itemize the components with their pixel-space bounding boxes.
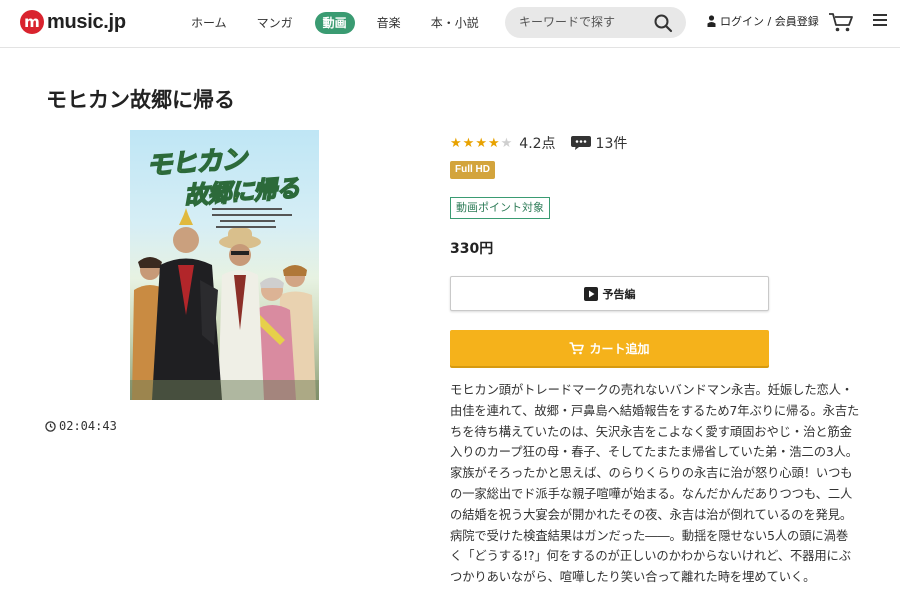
hamburger-menu-icon[interactable] — [873, 13, 887, 27]
user-icon — [707, 15, 716, 27]
star-icon: ★ — [475, 135, 488, 151]
trailer-button[interactable]: 予告編 — [450, 276, 769, 311]
star-rating: ★★★★★ — [450, 136, 513, 151]
star-icon: ★ — [450, 135, 463, 151]
cart-icon — [569, 341, 585, 354]
nav-item-manga[interactable]: マンガ — [249, 12, 301, 34]
nav-item-books[interactable]: 本・小説 — [423, 12, 487, 34]
star-icon: ★ — [487, 135, 501, 151]
site-header: m music.jp ホーム マンガ 動画 音楽 本・小説 ログイン / 会員登… — [0, 0, 900, 48]
login-link[interactable]: ログイン / 会員登録 — [707, 13, 819, 29]
cart-icon[interactable] — [828, 11, 854, 33]
star-icon: ★ — [500, 135, 514, 151]
nav-item-home[interactable]: ホーム — [183, 12, 235, 34]
comment-bubble-icon[interactable] — [570, 135, 592, 151]
search-box — [505, 7, 686, 38]
logo-mark: m — [20, 10, 44, 34]
nav-item-music[interactable]: 音楽 — [369, 12, 409, 34]
rating-row: ★★★★★ 4.2点 13件 — [450, 133, 627, 153]
cart-label: カート追加 — [589, 341, 650, 356]
page-title: モヒカン故郷に帰る — [46, 88, 235, 112]
poster-cast-illustration — [130, 208, 319, 400]
rating-score: 4.2点 — [519, 136, 556, 152]
add-to-cart-button[interactable]: カート追加 — [450, 330, 769, 366]
price: 330円 — [450, 241, 494, 257]
poster-image[interactable]: モヒカン 故郷に帰る — [130, 130, 319, 400]
star-icon: ★ — [462, 135, 476, 151]
play-icon — [583, 286, 598, 301]
login-label: ログイン / 会員登録 — [720, 15, 819, 28]
duration: 02:04:43 — [45, 419, 117, 433]
clock-icon — [45, 420, 56, 432]
nav-item-video[interactable]: 動画 — [314, 12, 355, 34]
logo-text: music.jp — [47, 10, 126, 33]
search-input[interactable] — [519, 12, 649, 32]
main-nav: ホーム マンガ 動画 音楽 本・小説 — [183, 12, 501, 34]
site-logo[interactable]: m music.jp — [20, 9, 126, 35]
trailer-label: 予告編 — [602, 287, 636, 301]
points-eligible-badge: 動画ポイント対象 — [450, 197, 550, 219]
duration-text: 02:04:43 — [59, 419, 117, 433]
synopsis: モヒカン頭がトレードマークの売れないバンドマン永吉。妊娠した恋人・由佳を連れて、… — [450, 383, 860, 585]
search-icon[interactable] — [653, 13, 673, 33]
full-hd-badge: Full HD — [450, 161, 495, 179]
review-count[interactable]: 13件 — [596, 133, 628, 153]
